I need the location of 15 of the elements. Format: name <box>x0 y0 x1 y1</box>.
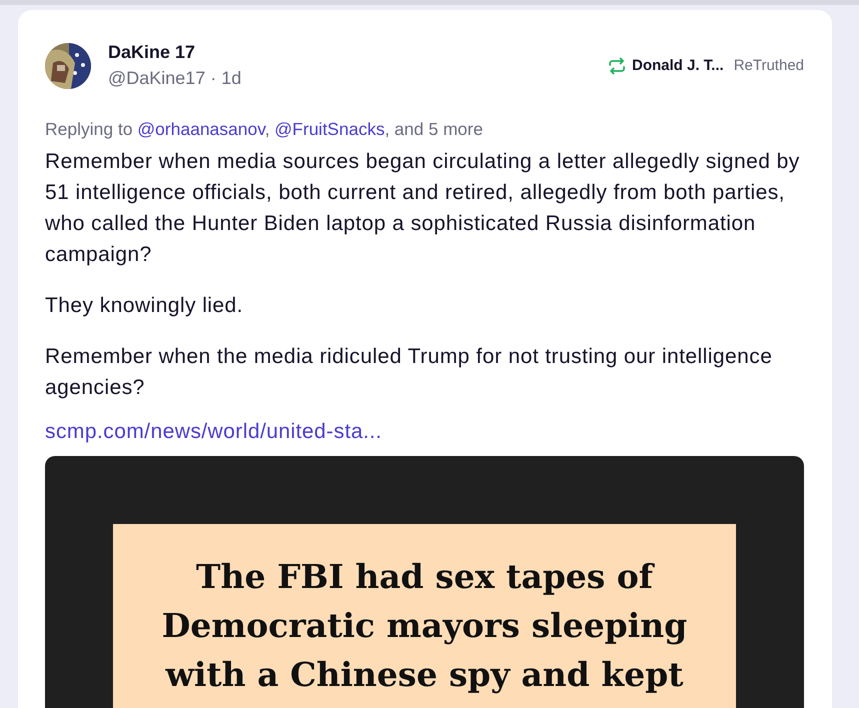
retruth-label: ReTruthed <box>734 57 804 74</box>
post-paragraph: Remember when the media ridiculed Trump for not trusting our intelligence agencies? <box>45 344 774 401</box>
post-paragraph: Remember when media sources began circulating a letter allegedly signed by 51 intelligence officials, both current and retired, allegedly from both parties, who called the Hunter Biden laptop a sophisticated Russia disinformation campaign? <box>45 149 801 268</box>
retruth-author[interactable]: Donald J. T... <box>632 57 724 74</box>
mention-link[interactable]: @FruitSnacks <box>274 119 385 139</box>
image-text-line: with a Chinese spy and kept <box>164 654 684 696</box>
repost-icon <box>608 56 626 74</box>
post-paragraph: They knowingly lied. <box>45 293 244 319</box>
post-link[interactable]: scmp.com/news/world/united-sta... <box>45 420 382 444</box>
replying-to-line: Replying to @orhaanasanov, @FruitSnacks, and 5 more <box>45 119 483 140</box>
mention-link[interactable]: @orhaanasanov <box>137 119 265 139</box>
author-name[interactable]: DaKine 17 <box>108 42 608 63</box>
image-text-line: The FBI had sex tapes of <box>195 556 656 598</box>
image-text-line: Democratic mayors sleeping <box>160 605 688 647</box>
author-handle: @DaKine17 · 1d <box>108 68 242 89</box>
